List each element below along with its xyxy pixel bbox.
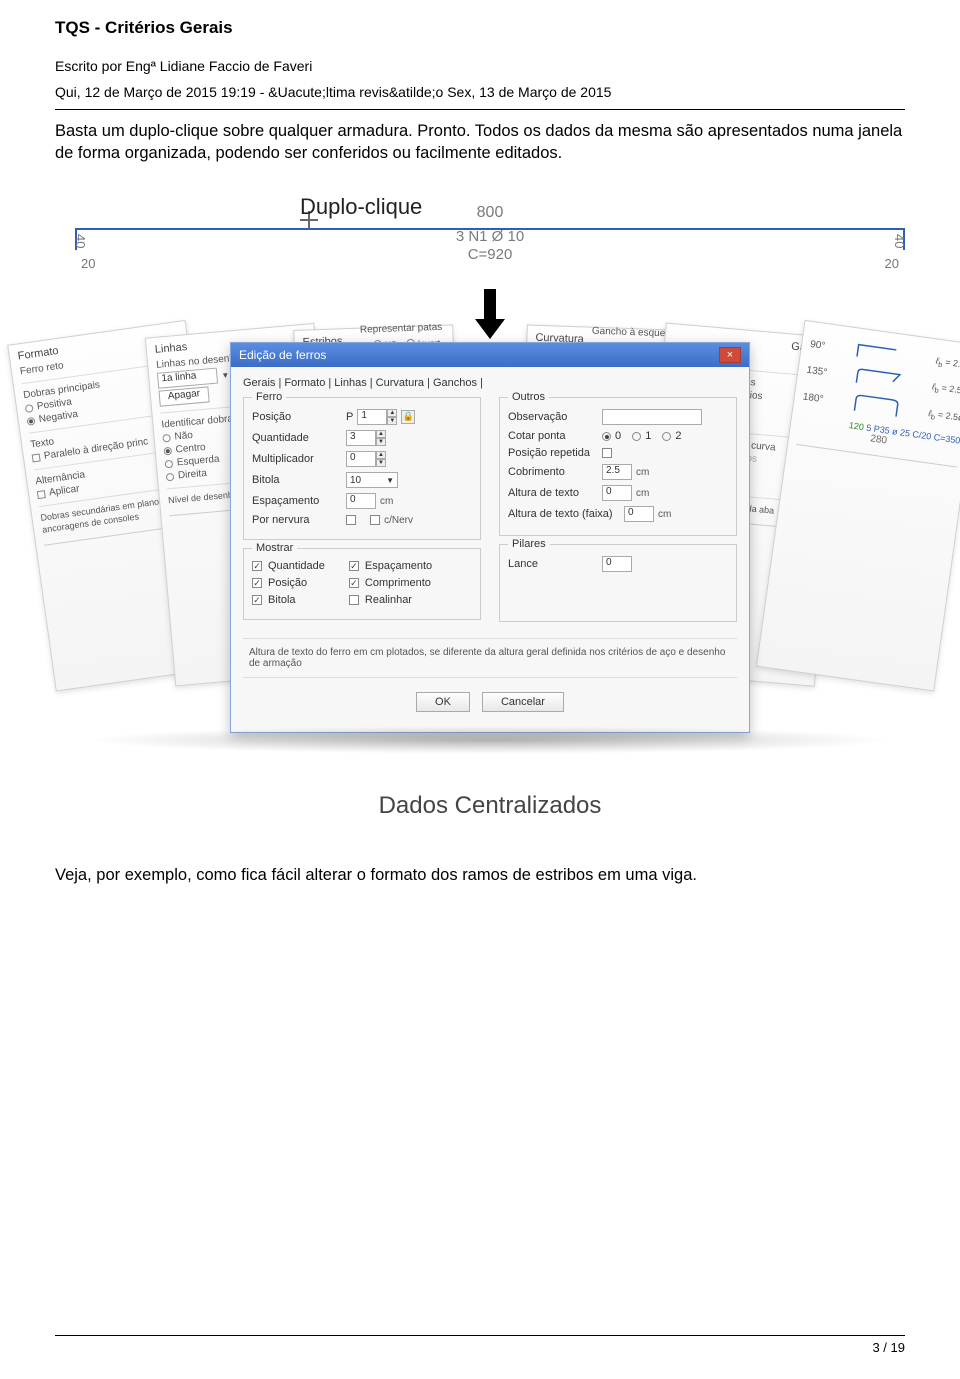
cancel-button[interactable]: Cancelar xyxy=(482,692,564,712)
dialog-title-text: Edição de ferros xyxy=(239,348,326,362)
ok-button[interactable]: OK xyxy=(416,692,470,712)
checkbox-mostrar-posicao[interactable] xyxy=(252,578,262,588)
label-por-nervura: Por nervura xyxy=(252,514,340,526)
checkbox-mostrar-quantidade[interactable] xyxy=(252,561,262,571)
label-lance: Lance xyxy=(508,558,596,570)
lock-icon[interactable]: 🔒 xyxy=(401,410,415,424)
beam-diagram: 800 3 N1 Ø 10 C=920 40 40 20 20 xyxy=(75,204,905,284)
label-posicao-repetida: Posição repetida xyxy=(508,447,596,459)
dialog-tabs[interactable]: Gerais | Formato | Linhas | Curvatura | … xyxy=(243,377,737,389)
down-arrow-icon xyxy=(475,289,505,339)
spin-up-icon[interactable]: ▲ xyxy=(387,409,397,417)
radio-cotar-2[interactable] xyxy=(662,432,671,441)
checkbox-cnerv[interactable] xyxy=(370,515,380,525)
input-quantidade[interactable]: 3 xyxy=(346,430,376,446)
angle-180: 180° xyxy=(802,391,824,405)
dim-20-left: 20 xyxy=(81,256,95,271)
spin-down-icon[interactable]: ▼ xyxy=(376,438,386,446)
checkbox-mostrar-espacamento[interactable] xyxy=(349,561,359,571)
page-title: TQS - Critérios Gerais xyxy=(55,18,905,38)
label-espacamento: Espaçamento xyxy=(252,495,340,507)
input-lance[interactable]: 0 xyxy=(602,556,632,572)
label-quantidade: Quantidade xyxy=(252,432,340,444)
radio-cotar-1[interactable] xyxy=(632,432,641,441)
dim-40-right: 40 xyxy=(892,234,907,248)
figure: 800 3 N1 Ø 10 C=920 40 40 20 20 Duplo-cl… xyxy=(55,194,925,814)
date-line: Qui, 12 de Março de 2015 19:19 - &Uacute… xyxy=(55,82,905,102)
select-bitola[interactable]: 10▼ xyxy=(346,472,398,488)
checkbox-mostrar-realinhar[interactable] xyxy=(349,595,359,605)
input-cobrimento[interactable]: 2.5 xyxy=(602,464,632,480)
dim-40-left: 40 xyxy=(73,234,88,248)
label-altura-faixa: Altura de texto (faixa) xyxy=(508,508,618,520)
paragraph-2: Veja, por exemplo, como fica fácil alter… xyxy=(55,864,905,886)
figure-top-label: Duplo-clique xyxy=(300,194,422,220)
checkbox-por-nervura[interactable] xyxy=(346,515,356,525)
fieldset-ferro: Ferro Posição P 1▲▼ 🔒 Quantidade xyxy=(243,397,481,540)
input-observacao[interactable] xyxy=(602,409,702,425)
input-altura-texto[interactable]: 0 xyxy=(602,485,632,501)
close-button[interactable]: × xyxy=(719,347,741,363)
label-altura-texto: Altura de texto xyxy=(508,487,596,499)
label-posicao: Posição xyxy=(252,411,340,423)
label-observacao: Observação xyxy=(508,411,596,423)
figure-shadow xyxy=(85,726,895,754)
dim-20-right: 20 xyxy=(885,256,899,271)
radio-cotar-0[interactable] xyxy=(602,432,611,441)
beam-bar-label: 3 N1 Ø 10 C=920 xyxy=(456,228,524,264)
dialog-help-text: Altura de texto do ferro em cm plotados,… xyxy=(243,638,737,678)
figure-caption: Dados Centralizados xyxy=(379,792,602,820)
input-altura-faixa[interactable]: 0 xyxy=(624,506,654,522)
angle-135: 135° xyxy=(806,364,828,378)
checkbox-mostrar-bitola[interactable] xyxy=(252,595,262,605)
checkbox-posicao-repetida[interactable] xyxy=(602,448,612,458)
checkbox-mostrar-comprimento[interactable] xyxy=(349,578,359,588)
label-cobrimento: Cobrimento xyxy=(508,466,596,478)
fieldset-pilares: Pilares Lance 0 xyxy=(499,544,737,622)
author-line: Escrito por Engª Lidiane Faccio de Faver… xyxy=(55,56,905,76)
label-bitola: Bitola xyxy=(252,474,340,486)
input-posicao[interactable]: 1 xyxy=(357,409,387,425)
page-number: 3 / 19 xyxy=(55,1340,905,1355)
angle-90: 90° xyxy=(810,339,827,352)
page-footer: 3 / 19 xyxy=(55,1335,905,1355)
label-multiplicador: Multiplicador xyxy=(252,453,340,465)
spin-down-icon[interactable]: ▼ xyxy=(387,417,397,425)
spin-up-icon[interactable]: ▲ xyxy=(376,451,386,459)
paragraph-1: Basta um duplo-clique sobre qualquer arm… xyxy=(55,120,905,165)
fieldset-mostrar: Mostrar Quantidade Posição Bitola Espaça… xyxy=(243,548,481,620)
dialog-titlebar: Edição de ferros × xyxy=(231,343,749,367)
fieldset-outros: Outros Observação Cotar ponta 0 1 xyxy=(499,397,737,536)
spin-down-icon[interactable]: ▼ xyxy=(376,459,386,467)
header-divider xyxy=(55,109,905,110)
spin-up-icon[interactable]: ▲ xyxy=(376,430,386,438)
input-espacamento[interactable]: 0 xyxy=(346,493,376,509)
dialog-edicao-ferros: Edição de ferros × Gerais | Formato | Li… xyxy=(230,342,750,733)
input-multiplicador[interactable]: 0 xyxy=(346,451,376,467)
beam-span: 800 xyxy=(477,204,504,222)
label-cotar-ponta: Cotar ponta xyxy=(508,430,596,442)
